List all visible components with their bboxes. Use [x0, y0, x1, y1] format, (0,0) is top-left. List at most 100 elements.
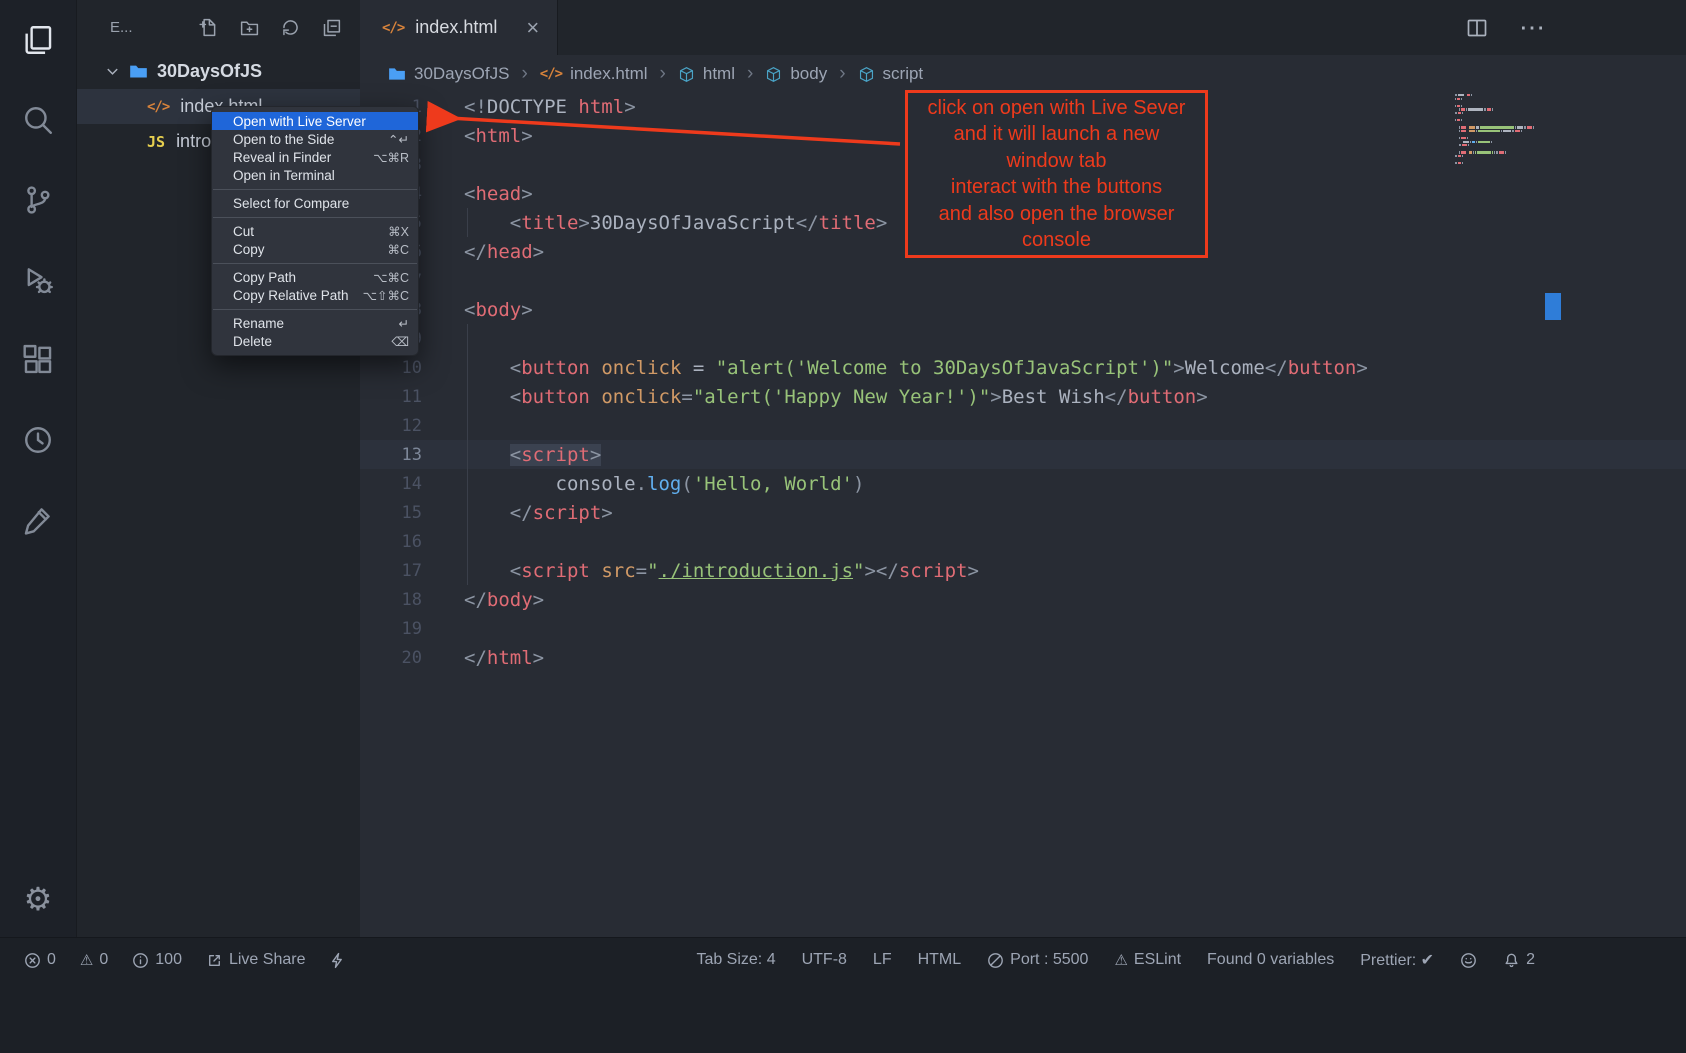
menu-item-open-to-the-side[interactable]: Open to the Side⌃↵	[212, 130, 418, 148]
menu-item-shortcut: ⌘C	[387, 242, 409, 257]
status-item-html[interactable]: HTML	[918, 951, 962, 969]
tab-close-icon[interactable]: ×	[526, 17, 539, 39]
status-item-eslint[interactable]: ⚠ESLint	[1114, 951, 1181, 969]
line-number: 19	[360, 619, 422, 639]
status-item-utf-8[interactable]: UTF-8	[802, 951, 847, 969]
status-item-0[interactable]: ⚠0	[80, 951, 108, 969]
code-line-13[interactable]: 13 <script>	[360, 440, 1686, 469]
code-text: <script src="./introduction.js"></script…	[422, 560, 979, 582]
menu-item-copy-path[interactable]: Copy Path⌥⌘C	[212, 268, 418, 286]
code-token: <	[464, 125, 475, 147]
menu-item-delete[interactable]: Delete⌫	[212, 332, 418, 350]
line-number: 12	[360, 416, 422, 436]
status-item-lf[interactable]: LF	[873, 951, 892, 969]
code-line-12[interactable]: 12	[360, 411, 1686, 440]
menu-item-open-with-live-server[interactable]: Open with Live Server	[212, 112, 418, 130]
code-token: "alert('Happy New Year!')"	[693, 386, 990, 408]
code-text: <head>	[422, 183, 533, 205]
code-token: 30DaysOfJavaScript	[590, 212, 796, 234]
status-text: Port : 5500	[1010, 951, 1088, 969]
code-token: >	[521, 183, 532, 205]
code-line-16[interactable]: 16	[360, 527, 1686, 556]
status-item-live-share[interactable]: Live Share	[206, 951, 306, 969]
menu-item-reveal-in-finder[interactable]: Reveal in Finder⌥⌘R	[212, 148, 418, 166]
menu-item-select-for-compare[interactable]: Select for Compare	[212, 194, 418, 212]
code-line-14[interactable]: 14 console.log('Hello, World')	[360, 469, 1686, 498]
status-item-100[interactable]: 100	[132, 951, 182, 969]
run-debug-icon[interactable]	[16, 258, 60, 302]
breadcrumb-item-html[interactable]: html	[678, 64, 735, 84]
status-item-2[interactable]: 2	[1503, 951, 1535, 969]
symbol-cube-icon	[858, 66, 875, 83]
annotation-line: console	[908, 227, 1205, 254]
code-text: <title>30DaysOfJavaScript</title>	[422, 212, 887, 234]
smiley-icon	[1460, 952, 1477, 969]
breadcrumb-label: body	[790, 64, 827, 84]
menu-separator	[213, 189, 417, 190]
menu-item-rename[interactable]: Rename↵	[212, 314, 418, 332]
status-text: Tab Size: 4	[696, 951, 775, 969]
code-text: </head>	[422, 241, 544, 263]
breadcrumb-item-folder[interactable]: 30DaysOfJS	[388, 64, 509, 84]
settings-gear-icon[interactable]: ⚙	[16, 877, 60, 921]
breadcrumb-item-script[interactable]: script	[858, 64, 924, 84]
annotation-line: and also open the browser	[908, 201, 1205, 228]
menu-item-open-in-terminal[interactable]: Open in Terminal	[212, 166, 418, 184]
status-item-smiley[interactable]	[1460, 952, 1477, 969]
collapse-all-icon[interactable]	[321, 17, 342, 38]
new-file-icon[interactable]	[198, 17, 219, 38]
split-editor-icon[interactable]	[1465, 16, 1489, 40]
explorer-header: E...	[77, 0, 360, 54]
code-line-19[interactable]: 19	[360, 614, 1686, 643]
code-line-20[interactable]: 20</html>	[360, 643, 1686, 672]
breadcrumb-label: 30DaysOfJS	[414, 64, 509, 84]
tab-index-html[interactable]: </> index.html ×	[360, 0, 558, 55]
code-line-10[interactable]: 10 <button onclick = "alert('Welcome to …	[360, 353, 1686, 382]
folder-icon	[129, 62, 148, 81]
status-item-found-0-variables[interactable]: Found 0 variables	[1207, 951, 1334, 969]
menu-item-label: Rename	[233, 316, 284, 331]
menu-item-copy-relative-path[interactable]: Copy Relative Path⌥⇧⌘C	[212, 286, 418, 304]
code-line-15[interactable]: 15 </script>	[360, 498, 1686, 527]
code-line-11[interactable]: 11 <button onclick="alert('Happy New Yea…	[360, 382, 1686, 411]
code-token: button	[1128, 386, 1197, 408]
code-token: Best Wish	[1002, 386, 1105, 408]
code-line-7[interactable]: 7	[360, 266, 1686, 295]
code-line-8[interactable]: 8<body>	[360, 295, 1686, 324]
code-line-17[interactable]: 17 <script src="./introduction.js"></scr…	[360, 556, 1686, 585]
breadcrumb-item-body[interactable]: body	[765, 64, 827, 84]
scrollbar-marker[interactable]	[1545, 293, 1561, 320]
code-token: >	[578, 212, 589, 234]
search-icon[interactable]	[16, 98, 60, 142]
code-line-9[interactable]: 9	[360, 324, 1686, 353]
status-item-tab-size-4[interactable]: Tab Size: 4	[696, 951, 775, 969]
status-item-port-5500[interactable]: Port : 5500	[987, 951, 1088, 969]
more-actions-icon[interactable]: ⋯	[1519, 12, 1546, 43]
status-item-0[interactable]: 0	[24, 951, 56, 969]
html-file-icon: </>	[382, 20, 404, 36]
pen-icon[interactable]	[16, 498, 60, 542]
status-item-bolt[interactable]	[329, 952, 346, 969]
status-text: Live Share	[229, 951, 306, 969]
annotation-line: window tab	[908, 148, 1205, 175]
folder-row-30daysofjs[interactable]: 30DaysOfJS	[77, 54, 360, 89]
line-number: 11	[360, 387, 422, 407]
extensions-icon[interactable]	[16, 338, 60, 382]
status-text: UTF-8	[802, 951, 847, 969]
status-item-prettier[interactable]: Prettier: ✔	[1360, 950, 1434, 970]
line-number: 15	[360, 503, 422, 523]
code-line-18[interactable]: 18</body>	[360, 585, 1686, 614]
menu-item-cut[interactable]: Cut⌘X	[212, 222, 418, 240]
code-token	[464, 560, 510, 582]
explorer-icon[interactable]	[16, 18, 60, 62]
bolt-icon	[329, 952, 346, 969]
new-folder-icon[interactable]	[239, 17, 260, 38]
refresh-icon[interactable]	[280, 17, 301, 38]
source-control-icon[interactable]	[16, 178, 60, 222]
menu-item-copy[interactable]: Copy⌘C	[212, 240, 418, 258]
code-token: >	[967, 560, 978, 582]
code-token: src	[601, 560, 635, 582]
clock-icon[interactable]	[16, 418, 60, 462]
breadcrumb-item-file[interactable]: </> index.html	[540, 64, 648, 84]
minimap[interactable]	[1455, 94, 1547, 166]
